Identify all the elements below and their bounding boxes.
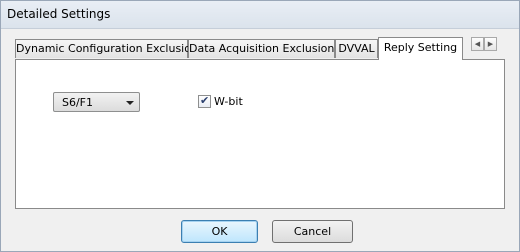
dialog-title: Detailed Settings bbox=[7, 7, 111, 21]
tab-dynamic-configuration-exclusion[interactable]: Dynamic Configuration Exclusion bbox=[15, 39, 198, 58]
tab-data-acquisition-exclusion[interactable]: Data Acquisition Exclusion bbox=[188, 39, 335, 58]
wbit-label[interactable]: W-bit bbox=[214, 95, 243, 108]
message-select-value: S6/F1 bbox=[62, 96, 94, 109]
tab-dvval[interactable]: DVVAL bbox=[335, 39, 378, 58]
tab-reply-setting[interactable]: Reply Setting bbox=[378, 37, 463, 60]
title-bar: Detailed Settings bbox=[1, 1, 519, 29]
chevron-right-icon[interactable]: ▶ bbox=[484, 37, 497, 51]
wbit-checkbox[interactable]: ✔ bbox=[198, 94, 211, 108]
cancel-button[interactable]: Cancel bbox=[272, 220, 353, 243]
tab-label: DVVAL bbox=[338, 42, 375, 55]
tab-label: Dynamic Configuration Exclusion bbox=[16, 42, 198, 55]
chevron-left-icon[interactable]: ◀ bbox=[471, 37, 484, 51]
checkmark-icon: ✔ bbox=[200, 94, 210, 107]
reply-setting-panel bbox=[15, 59, 505, 209]
detailed-settings-dialog: Detailed Settings Dynamic Configuration … bbox=[0, 0, 520, 252]
chevron-down-icon bbox=[126, 101, 134, 105]
message-select[interactable]: S6/F1 bbox=[53, 92, 140, 112]
tab-strip: Dynamic Configuration Exclusion Data Acq… bbox=[15, 37, 505, 60]
ok-button[interactable]: OK bbox=[181, 220, 258, 243]
tab-label: Data Acquisition Exclusion bbox=[189, 42, 335, 55]
tab-label: Reply Setting bbox=[383, 41, 458, 54]
